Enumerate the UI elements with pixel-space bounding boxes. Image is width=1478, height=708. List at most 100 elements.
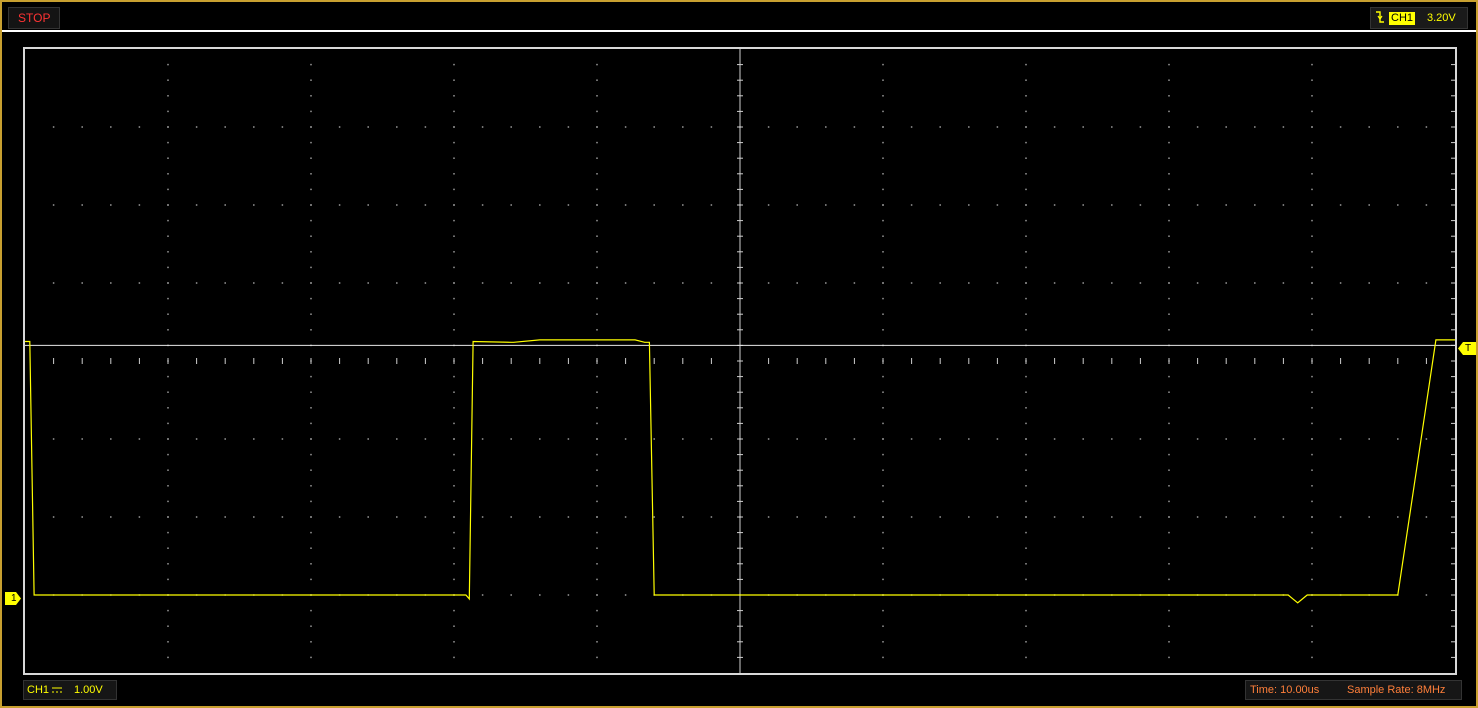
ch1-ground-marker[interactable]: 1 xyxy=(5,592,21,605)
grid-dot xyxy=(310,251,312,253)
grid-dot xyxy=(1282,126,1285,128)
trigger-settings[interactable]: CH1 3.20V xyxy=(1370,7,1468,29)
falling-edge-icon xyxy=(1376,11,1384,23)
grid-dot xyxy=(596,438,598,440)
grid-dot xyxy=(1053,516,1056,518)
grid-dot xyxy=(539,282,541,284)
grid-dot xyxy=(424,516,427,518)
grid-dot xyxy=(1168,407,1170,409)
grid-dot xyxy=(1082,126,1084,128)
grid-dot xyxy=(596,407,598,409)
trigger-level-marker[interactable]: T xyxy=(1458,342,1476,355)
grid-dot xyxy=(968,126,970,128)
grid-dot xyxy=(1025,188,1027,191)
grid-dot xyxy=(1311,453,1313,456)
grid-dot xyxy=(110,204,112,206)
grid-dot xyxy=(1254,126,1256,128)
grid-dot xyxy=(510,594,512,596)
grid-dot xyxy=(453,375,455,378)
ch1-label: CH1 xyxy=(27,684,50,696)
grid-dot xyxy=(481,204,484,206)
grid-dot xyxy=(253,516,255,518)
grid-dot xyxy=(853,204,856,206)
grid-dot xyxy=(1025,531,1027,534)
grid-dot xyxy=(1025,251,1027,253)
grid-dot xyxy=(1168,173,1170,175)
grid-dot xyxy=(1168,188,1170,191)
grid-dot xyxy=(453,485,455,487)
grid-dot xyxy=(1025,141,1027,144)
grid-dot xyxy=(882,282,884,284)
grid-dot xyxy=(1311,531,1313,534)
grid-dot xyxy=(1311,313,1313,315)
grid-dot xyxy=(167,563,169,565)
grid-dot xyxy=(767,438,770,440)
grid-dot xyxy=(167,641,169,643)
ch1-marker-label: 1 xyxy=(11,593,17,604)
run-stop-status[interactable]: STOP xyxy=(8,7,61,29)
grid-dot xyxy=(825,516,827,518)
grid-dot xyxy=(453,266,455,269)
grid-dot xyxy=(882,79,884,81)
grid-dot xyxy=(882,63,884,66)
grid-dot xyxy=(1339,126,1342,128)
grid-dot xyxy=(167,282,169,284)
grid-dot xyxy=(796,282,798,284)
grid-dot xyxy=(310,235,312,237)
grid-dot xyxy=(510,126,512,128)
grid-dot xyxy=(882,516,884,518)
grid-dot xyxy=(596,531,598,534)
ch1-settings[interactable]: CH1 1.00V xyxy=(23,680,117,700)
grid-dot xyxy=(167,110,169,113)
grid-dot xyxy=(1111,204,1113,206)
grid-dot xyxy=(910,204,913,206)
grid-dot xyxy=(424,282,427,284)
grid-dot xyxy=(510,516,512,518)
timebase-settings[interactable]: Time: 10.00us Sample Rate: 8MHz xyxy=(1245,680,1462,700)
grid-dot xyxy=(1196,282,1199,284)
grid-dot xyxy=(596,656,598,659)
grid-dot xyxy=(1397,204,1399,206)
grid-dot xyxy=(453,531,455,534)
grid-dot xyxy=(1025,609,1027,612)
grid-dot xyxy=(310,656,312,659)
grid-dot xyxy=(1053,282,1056,284)
grid-dot xyxy=(1397,126,1399,128)
grid-dot xyxy=(939,126,941,128)
grid-dot xyxy=(767,516,770,518)
grid-dot xyxy=(1425,438,1428,440)
grid-dot xyxy=(882,625,884,627)
grid-dot xyxy=(624,516,627,518)
grid-dot xyxy=(52,282,55,284)
grid-dot xyxy=(310,157,312,159)
grid-dot xyxy=(939,282,941,284)
grid-dot xyxy=(1025,173,1027,175)
grid-dot xyxy=(596,141,598,144)
grid-dot xyxy=(1168,375,1170,378)
grid-dot xyxy=(167,547,169,549)
grid-dot xyxy=(596,563,598,565)
grid-dot xyxy=(52,516,55,518)
grid-dot xyxy=(1168,141,1170,144)
grid-dot xyxy=(167,407,169,409)
grid-dot xyxy=(1282,204,1285,206)
grid-dot xyxy=(1168,110,1170,113)
grid-dot xyxy=(310,438,312,440)
grid-dot xyxy=(882,219,884,222)
grid-dot xyxy=(1168,500,1170,503)
grid-dot xyxy=(167,188,169,191)
grid-dot xyxy=(453,641,455,643)
grid-dot xyxy=(710,282,713,284)
waveform-display[interactable] xyxy=(25,49,1455,673)
grid-dot xyxy=(1311,95,1313,97)
grid-dot xyxy=(539,204,541,206)
grid-dot xyxy=(624,438,627,440)
grid-dot xyxy=(596,578,598,581)
grid-dot xyxy=(338,126,341,128)
grid-dot xyxy=(882,188,884,191)
grid-dot xyxy=(224,282,226,284)
grid-dot xyxy=(882,110,884,113)
grid-dot xyxy=(1425,516,1428,518)
grid-dot xyxy=(1425,594,1428,596)
grid-dot xyxy=(310,204,312,206)
